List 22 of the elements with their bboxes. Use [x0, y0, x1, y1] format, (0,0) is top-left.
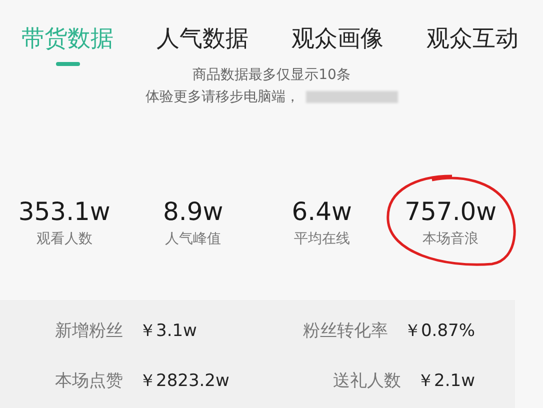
stat-label: 本场音浪: [422, 230, 479, 249]
stat-value: 8.9w: [163, 196, 224, 228]
notice-text: 商品数据最多仅显示10条: [192, 66, 350, 85]
tab[interactable]: 人气数据: [156, 24, 248, 54]
notice-text: 体验更多请移步电脑端，: [146, 88, 300, 107]
tab[interactable]: 观众互动: [426, 24, 518, 54]
detail-label: 新增粉丝: [55, 320, 123, 343]
stat-value: 6.4w: [292, 196, 352, 228]
tab-indicator: [56, 62, 80, 66]
detail-value: ￥3.1w: [139, 320, 197, 343]
stat-label: 平均在线: [294, 230, 350, 249]
tab[interactable]: 观众画像: [292, 24, 384, 54]
detail-value: ￥0.87%: [404, 320, 475, 343]
detail-value: ￥2.1w: [417, 370, 475, 393]
stat-value: 757.0w: [404, 196, 497, 228]
detail-label: 送礼人数: [333, 370, 402, 393]
detail-label: 粉丝转化率: [302, 320, 388, 343]
detail-value: ￥2823.2w: [139, 370, 230, 393]
stat-label: 观看人数: [36, 230, 92, 249]
stat-value: 353.1w: [18, 196, 110, 228]
stat-label: 人气峰值: [165, 230, 222, 249]
detail-label: 本场点赞: [55, 370, 123, 393]
